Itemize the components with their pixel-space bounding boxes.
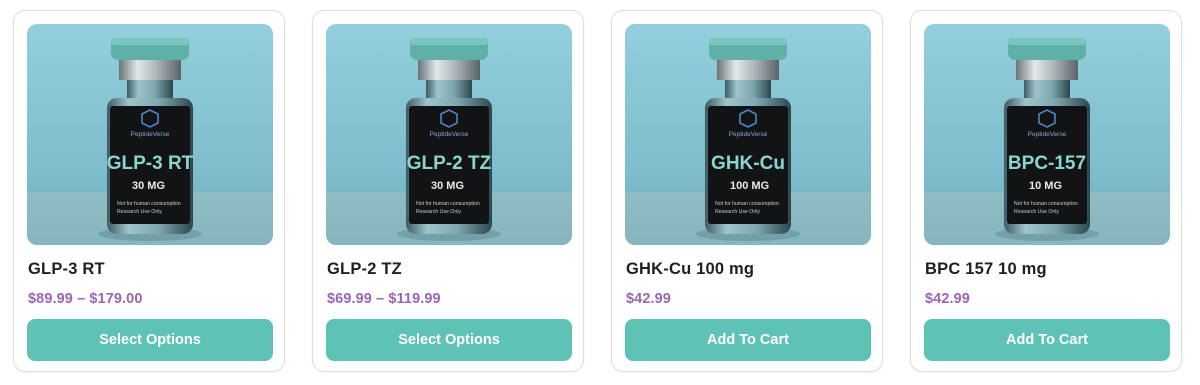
product-image[interactable]: PeptideVerse GHK-Cu 100 MG Not for human… [625, 24, 871, 245]
product-card: PeptideVerse BPC-157 10 MG Not for human… [910, 10, 1182, 372]
vial-photo: PeptideVerse GLP-3 RT 30 MG Not for huma… [27, 24, 273, 245]
label-product-name: GHK-Cu [711, 153, 785, 174]
label-dose: 100 MG [730, 180, 769, 192]
product-title[interactable]: GLP-3 RT [28, 260, 105, 279]
product-card: PeptideVerse GLP-3 RT 30 MG Not for huma… [13, 10, 285, 372]
label-notice-line-1: Not for human consumption [715, 201, 779, 207]
label-brand: PeptideVerse [729, 131, 768, 138]
product-title[interactable]: GLP-2 TZ [327, 260, 402, 279]
add-to-cart-button[interactable]: Add To Cart [924, 319, 1170, 361]
product-card: PeptideVerse GLP-2 TZ 30 MG Not for huma… [312, 10, 584, 372]
label-dose: 30 MG [431, 180, 464, 192]
label-notice-line-1: Not for human consumption [416, 201, 480, 207]
product-grid: PeptideVerse GLP-3 RT 30 MG Not for huma… [0, 0, 1200, 385]
label-dose: 10 MG [1029, 180, 1062, 192]
product-image[interactable]: PeptideVerse GLP-3 RT 30 MG Not for huma… [27, 24, 273, 245]
label-product-name: BPC-157 [1008, 153, 1086, 174]
label-notice-line-2: Research Use Only [715, 209, 760, 215]
label-notice-line-1: Not for human consumption [117, 201, 181, 207]
label-notice-line-2: Research Use Only [416, 209, 461, 215]
select-options-button[interactable]: Select Options [326, 319, 572, 361]
product-title[interactable]: GHK-Cu 100 mg [626, 260, 754, 279]
product-price: $42.99 [626, 291, 671, 307]
label-notice-line-2: Research Use Only [117, 209, 162, 215]
vial-photo: PeptideVerse GHK-Cu 100 MG Not for human… [625, 24, 871, 245]
product-price: $69.99 – $119.99 [327, 291, 441, 307]
product-card: PeptideVerse GHK-Cu 100 MG Not for human… [611, 10, 883, 372]
label-product-name: GLP-2 TZ [407, 153, 492, 174]
product-image[interactable]: PeptideVerse GLP-2 TZ 30 MG Not for huma… [326, 24, 572, 245]
label-notice-line-2: Research Use Only [1014, 209, 1059, 215]
label-product-name: GLP-3 RT [107, 153, 194, 174]
label-brand: PeptideVerse [1028, 131, 1067, 138]
label-brand: PeptideVerse [430, 131, 469, 138]
select-options-button[interactable]: Select Options [27, 319, 273, 361]
vial-photo: PeptideVerse BPC-157 10 MG Not for human… [924, 24, 1170, 245]
label-notice-line-1: Not for human consumption [1014, 201, 1078, 207]
product-price: $42.99 [925, 291, 970, 307]
label-dose: 30 MG [132, 180, 165, 192]
product-price: $89.99 – $179.00 [28, 291, 143, 307]
product-image[interactable]: PeptideVerse BPC-157 10 MG Not for human… [924, 24, 1170, 245]
add-to-cart-button[interactable]: Add To Cart [625, 319, 871, 361]
vial-photo: PeptideVerse GLP-2 TZ 30 MG Not for huma… [326, 24, 572, 245]
label-brand: PeptideVerse [131, 131, 170, 138]
product-title[interactable]: BPC 157 10 mg [925, 260, 1047, 279]
